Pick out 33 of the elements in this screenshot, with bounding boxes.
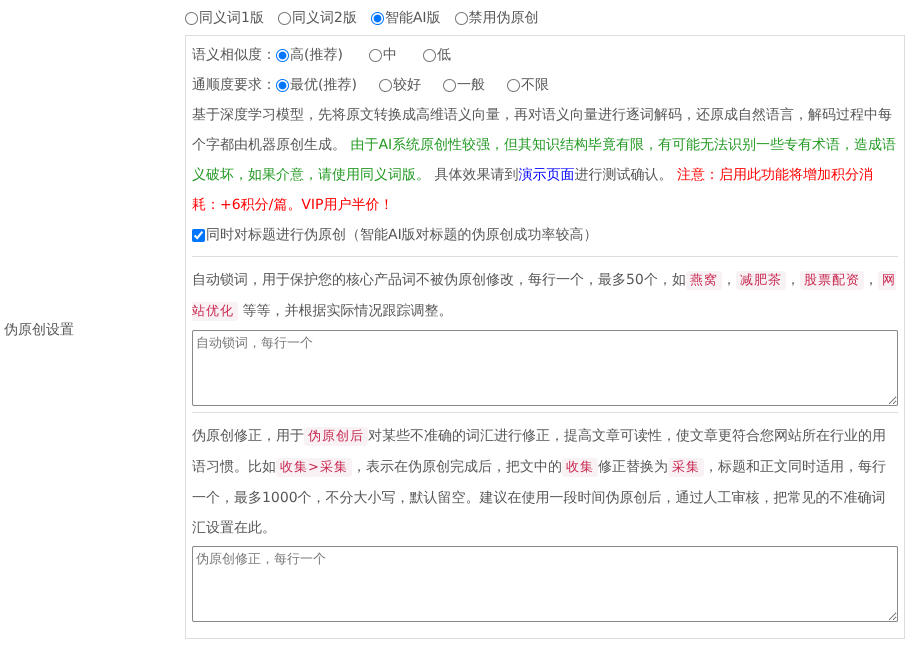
- field-label: 通顺度要求：: [192, 76, 276, 94]
- radio-button[interactable]: [506, 78, 520, 92]
- option-label: 最优(推荐): [290, 76, 357, 94]
- option-label: 高(推荐): [290, 46, 343, 64]
- checkbox[interactable]: [192, 228, 205, 242]
- description-text: 基于深度学习模型，先将原文转换成高维语义向量，再对语义向量进行逐词解码，还原成自然语言，解码过程中每个字都由机器原创生成。 由于AI系统原创性较强，但其知识结构毕竟有限，有可能无法识别一些专有术语，造成语义破坏，如果介意，请使用同义词版。 具体效果请到演示页面进行测试确认。 注意：启用此功能将增加积分消耗：+6积分/篇。VIP用户半价！: [192, 106, 898, 215]
- radio-button[interactable]: [378, 78, 392, 92]
- option-label: 较好: [392, 76, 421, 94]
- option-label: 中: [382, 46, 397, 64]
- radio-button[interactable]: [370, 12, 384, 24]
- option-label: 禁用伪原创: [468, 9, 539, 27]
- correction-field[interactable]: 伪原创修正，每行一个: [192, 546, 898, 622]
- radio-button[interactable]: [185, 12, 198, 24]
- lock-words-field[interactable]: 自动锁词，每行一个: [192, 330, 898, 406]
- option-label: 智能AI版: [384, 9, 441, 27]
- option-label: 一般: [456, 76, 485, 94]
- option-label: 同义词1版: [199, 9, 264, 27]
- radio-button[interactable]: [442, 78, 456, 92]
- field-label: 语义相似度：: [192, 46, 276, 64]
- radio-button[interactable]: [276, 78, 289, 92]
- radio-button[interactable]: [276, 48, 289, 62]
- option-label: 低: [436, 46, 451, 64]
- lock-words-description: 自动锁词，用于保护您的核心产品词不被伪原创修改，每行一个，最多50个，如 燕窝 ， 减肥茶 ， 股票配资 ， 网站优化 等等，并根据实际情况跟踪调整。: [192, 270, 897, 323]
- section-label: 伪原创设置: [4, 321, 74, 339]
- radio-button[interactable]: [368, 48, 382, 62]
- option-label: 不限: [520, 76, 549, 94]
- correction-description: 伪原创修正，用于 伪原创后 对某些不准确的词汇进行修正，提高文章可读性，使文章更符合您网站所在行业的用语习惯。比如 收集>采集 ，表示在伪原创完成后，把文中的 收集 修正替换为 采集 ，标题和正文同时适用，每行一个，最多1000个，不分大小写，默认留空。建议在使用一段时间伪原创后，通过人工审核，把常见的不准确词汇设置在此。: [192, 426, 887, 538]
- radio-button[interactable]: [422, 48, 436, 62]
- option-label: 同义词2版: [292, 9, 357, 27]
- radio-button[interactable]: [454, 12, 468, 24]
- radio-button[interactable]: [278, 12, 291, 24]
- checkbox-label: 同时对标题进行伪原创（智能AI版对标题的伪原创成功率较高）: [206, 226, 598, 244]
- demo-link[interactable]: 演示页面: [518, 167, 574, 183]
